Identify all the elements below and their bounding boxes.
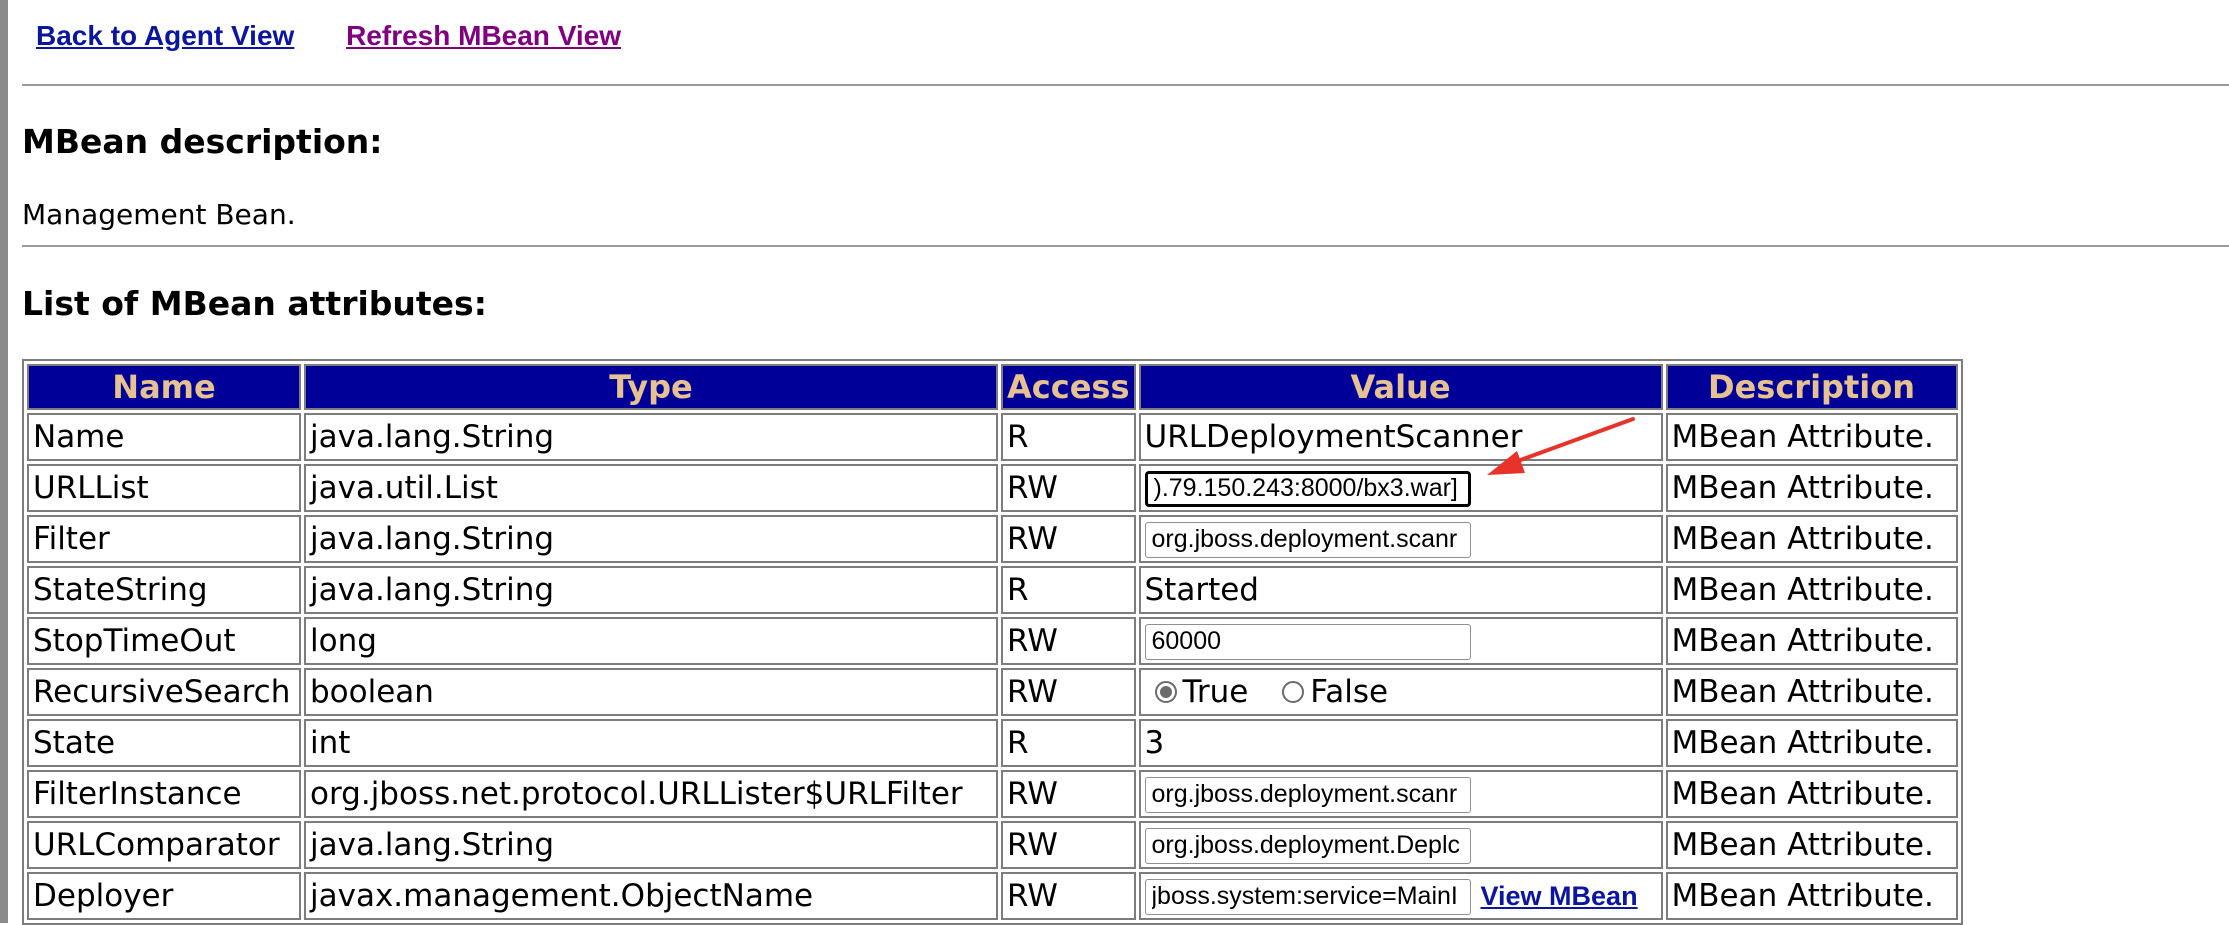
attr-type: boolean [304, 668, 998, 716]
attr-type: java.util.List [304, 464, 998, 512]
attr-type: org.jboss.net.protocol.URLLister$URLFilt… [304, 770, 998, 818]
attr-access: RW [1001, 821, 1136, 869]
table-row: StopTimeOut long RW MBean Attribute. [27, 617, 1958, 665]
attr-access: R [1001, 566, 1136, 614]
attr-type: int [304, 719, 998, 767]
table-row: URLComparator java.lang.String RW MBean … [27, 821, 1958, 869]
back-to-agent-view-link[interactable]: Back to Agent View [36, 20, 294, 51]
mbean-description-text: Management Bean. [22, 198, 296, 231]
attr-access: RW [1001, 770, 1136, 818]
attr-name: URLComparator [27, 821, 301, 869]
attr-description: MBean Attribute. [1665, 464, 1958, 512]
attr-type: java.lang.String [304, 413, 998, 461]
attr-access: RW [1001, 515, 1136, 563]
attr-description: MBean Attribute. [1665, 872, 1958, 920]
attributes-heading: List of MBean attributes: [22, 284, 487, 323]
attr-name: StateString [27, 566, 301, 614]
deployer-value-input[interactable] [1144, 878, 1471, 915]
table-header-row: Name Type Access Value Description [27, 364, 1958, 410]
attr-name: State [27, 719, 301, 767]
attr-name: FilterInstance [27, 770, 301, 818]
attr-name: StopTimeOut [27, 617, 301, 665]
filterinstance-value-input[interactable] [1144, 776, 1471, 813]
attr-type: java.lang.String [304, 515, 998, 563]
attr-description: MBean Attribute. [1665, 566, 1958, 614]
column-header-value: Value [1138, 364, 1663, 410]
attr-type: javax.management.ObjectName [304, 872, 998, 920]
attr-description: MBean Attribute. [1665, 668, 1958, 716]
column-header-type: Type [304, 364, 998, 410]
table-row: State int R 3 MBean Attribute. [27, 719, 1958, 767]
attributes-table: Name Type Access Value Description Name … [22, 359, 1963, 925]
table-row: Filter java.lang.String RW MBean Attribu… [27, 515, 1958, 563]
attr-access: RW [1001, 668, 1136, 716]
divider [22, 245, 2229, 247]
stoptimeout-value-input[interactable] [1144, 623, 1471, 660]
table-row: Deployer javax.management.ObjectName RW … [27, 872, 1958, 920]
column-header-description: Description [1665, 364, 1958, 410]
view-mbean-link[interactable]: View MBean [1481, 881, 1638, 911]
attr-name: Filter [27, 515, 301, 563]
attr-value-cell [1138, 617, 1663, 665]
attr-type: java.lang.String [304, 821, 998, 869]
attr-value-cell: View MBean [1138, 872, 1663, 920]
attr-value: Started [1138, 566, 1663, 614]
attr-value: 3 [1138, 719, 1663, 767]
radio-option-true[interactable]: True [1145, 673, 1249, 710]
attr-access: RW [1001, 872, 1136, 920]
nav-links: Back to Agent View Refresh MBean View [36, 20, 665, 52]
attr-description: MBean Attribute. [1665, 515, 1958, 563]
attr-name: Deployer [27, 872, 301, 920]
attr-value-cell [1138, 770, 1663, 818]
attr-description: MBean Attribute. [1665, 821, 1958, 869]
attr-description: MBean Attribute. [1665, 719, 1958, 767]
urllist-value-input[interactable] [1144, 470, 1471, 507]
radio-true-label: True [1182, 673, 1249, 710]
urlcomparator-value-input[interactable] [1144, 827, 1471, 864]
refresh-mbean-view-link[interactable]: Refresh MBean View [346, 20, 621, 51]
mbean-description-heading: MBean description: [22, 122, 383, 161]
table-row: StateString java.lang.String R Started M… [27, 566, 1958, 614]
window-left-edge [0, 0, 8, 923]
radio-false[interactable] [1282, 680, 1305, 703]
column-header-name: Name [27, 364, 301, 410]
table-row: FilterInstance org.jboss.net.protocol.UR… [27, 770, 1958, 818]
attr-access: R [1001, 413, 1136, 461]
attr-value-cell [1138, 821, 1663, 869]
attr-access: RW [1001, 464, 1136, 512]
attr-name: Name [27, 413, 301, 461]
filter-value-input[interactable] [1144, 521, 1471, 558]
attr-description: MBean Attribute. [1665, 770, 1958, 818]
radio-option-false[interactable]: False [1272, 674, 1388, 710]
table-row: RecursiveSearch boolean RW True False MB… [27, 668, 1958, 716]
attr-type: long [304, 617, 998, 665]
attr-type: java.lang.String [304, 566, 998, 614]
table-row: Name java.lang.String R URLDeploymentSca… [27, 413, 1958, 461]
attr-name: URLList [27, 464, 301, 512]
attr-access: RW [1001, 617, 1136, 665]
attr-value-cell: True False [1138, 668, 1663, 716]
attr-value-cell [1138, 515, 1663, 563]
radio-false-label: False [1310, 673, 1389, 710]
annotation-arrow-icon [1487, 417, 1635, 475]
divider [22, 84, 2229, 86]
attr-description: MBean Attribute. [1665, 413, 1958, 461]
radio-true[interactable] [1154, 680, 1177, 703]
column-header-access: Access [1001, 364, 1136, 410]
attr-name: RecursiveSearch [27, 668, 301, 716]
attr-description: MBean Attribute. [1665, 617, 1958, 665]
attr-access: R [1001, 719, 1136, 767]
table-row: URLList java.util.List RW MBean Attribut… [27, 464, 1958, 512]
